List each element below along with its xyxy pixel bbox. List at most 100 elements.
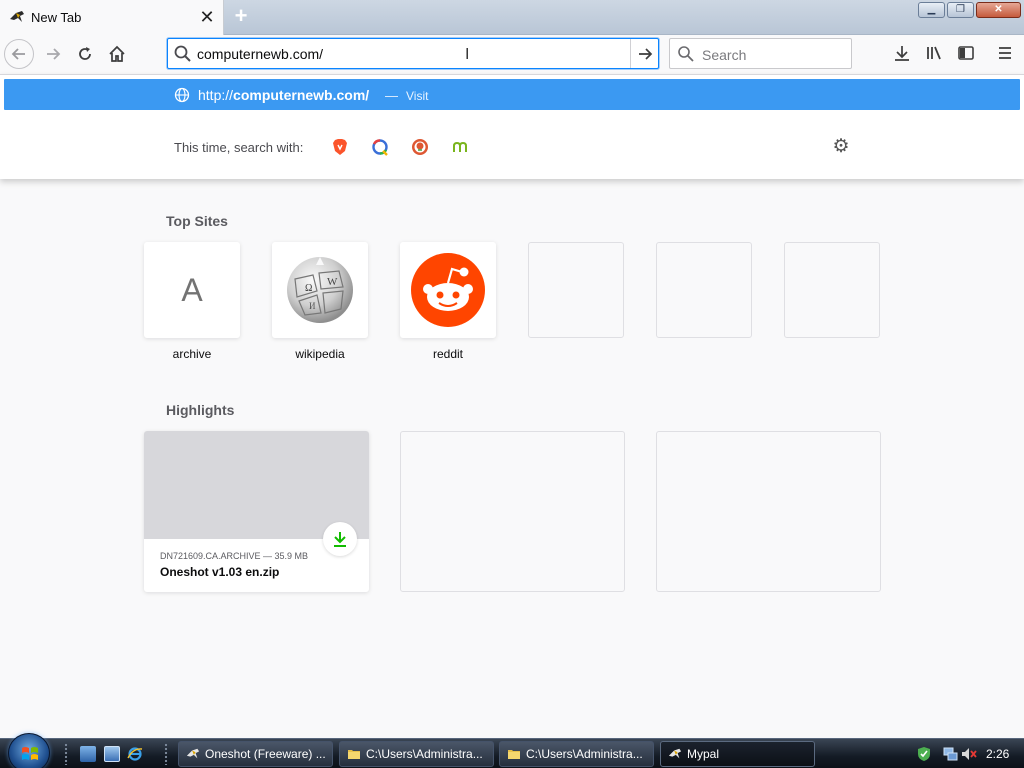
highlight-empty-slot: [400, 431, 625, 592]
taskbar: Oneshot (Freeware) ... C:\Users\Administ…: [0, 733, 1024, 768]
internet-explorer-icon[interactable]: [127, 746, 143, 762]
download-icon: [895, 46, 909, 61]
folder-icon: [508, 750, 520, 759]
sidebar-button[interactable]: [954, 41, 978, 65]
sidebar-icon: [958, 46, 974, 60]
network-icon[interactable]: [942, 746, 958, 762]
forward-button[interactable]: [38, 39, 68, 69]
visit-suggestion[interactable]: http://computernewb.com/ — Visit: [4, 79, 1020, 110]
security-shield-icon[interactable]: [916, 746, 932, 762]
brave-search-button[interactable]: [330, 137, 350, 157]
url-input[interactable]: computernewb.com/: [197, 46, 323, 62]
window-controls: ▁ ❐ ✕: [918, 2, 1021, 19]
urlbar-dropdown: http://computernewb.com/ — Visit This ti…: [0, 74, 1024, 179]
text-cursor-icon: I: [465, 46, 470, 63]
reload-button[interactable]: [70, 39, 100, 69]
mypal-bird-icon: [10, 11, 24, 22]
library-button[interactable]: [922, 41, 946, 65]
top-site-tile-wikipedia[interactable]: Ω W И: [272, 242, 368, 338]
site-letter-icon: A: [181, 272, 203, 308]
highlight-empty-slot: [656, 431, 881, 592]
brave-icon: [333, 139, 347, 155]
highlight-title: Oneshot v1.03 en.zip: [160, 565, 280, 579]
reddit-snoo-icon: [411, 253, 485, 327]
wikipedia-globe-icon: Ω W И: [287, 257, 353, 323]
top-site-empty-slot: [656, 242, 752, 338]
back-button[interactable]: [4, 39, 34, 69]
download-badge: [323, 522, 357, 556]
suggestion-separator: —: [385, 88, 398, 103]
url-bar[interactable]: computernewb.com/ I: [167, 38, 659, 69]
taskbar-clock[interactable]: 2:26: [986, 747, 1009, 761]
window-close-button[interactable]: ✕: [976, 2, 1021, 18]
svg-text:W: W: [327, 276, 338, 288]
qwant-icon: [372, 139, 388, 156]
globe-icon: [174, 87, 190, 103]
top-sites-heading: Top Sites: [166, 213, 228, 229]
taskbar-item-label: C:\Users\Administra...: [526, 747, 643, 761]
taskbar-item-explorer-1[interactable]: C:\Users\Administra...: [339, 741, 494, 767]
top-site-label: reddit: [432, 347, 464, 361]
url-prefix: http://: [198, 87, 234, 103]
tab-title: New Tab: [31, 10, 82, 25]
download-icon: [334, 532, 346, 547]
volume-muted-icon[interactable]: [961, 746, 977, 762]
top-site-label: wikipedia: [295, 347, 345, 361]
show-desktop-icon[interactable]: [80, 746, 96, 762]
mypal-bird-icon: [668, 748, 682, 759]
search-icon: [174, 45, 191, 62]
arrow-right-icon: [47, 48, 61, 60]
duckduckgo-icon: [412, 139, 428, 155]
tab-strip: New Tab ✕ + ▁ ❐ ✕: [0, 0, 1024, 35]
qwant-search-button[interactable]: [370, 137, 390, 157]
reload-icon: [79, 47, 91, 60]
taskbar-item-label: Oneshot (Freeware) ...: [205, 747, 326, 761]
start-button[interactable]: [8, 733, 50, 768]
folder-icon: [348, 750, 360, 759]
highlight-card-download[interactable]: DN721609.CA.ARCHIVE — 35.9 MB Oneshot v1…: [144, 431, 369, 592]
highlights-heading: Highlights: [166, 402, 235, 418]
minimize-button[interactable]: ▁: [918, 2, 945, 18]
top-site-tile-archive[interactable]: A: [144, 242, 240, 338]
svg-text:И: И: [309, 301, 316, 311]
mypal-bird-icon: [186, 748, 200, 759]
home-icon: [109, 45, 125, 62]
windows-logo-icon: [22, 747, 38, 760]
top-site-tile-reddit[interactable]: [400, 242, 496, 338]
taskbar-item-explorer-2[interactable]: C:\Users\Administra...: [499, 741, 654, 767]
mojeek-icon: [453, 141, 467, 152]
tab-close-icon[interactable]: ✕: [199, 8, 215, 26]
arrow-left-icon: [11, 48, 25, 60]
taskbar-item-mypal[interactable]: Mypal: [660, 741, 815, 767]
menu-button[interactable]: [993, 41, 1017, 65]
top-site-label: archive: [172, 347, 212, 361]
taskbar-item-oneshot[interactable]: Oneshot (Freeware) ...: [178, 741, 333, 767]
highlight-meta: DN721609.CA.ARCHIVE — 35.9 MB: [160, 551, 309, 561]
tab-new-tab[interactable]: New Tab ✕: [0, 0, 224, 35]
suggestion-url: http://computernewb.com/: [198, 87, 369, 103]
library-icon: [927, 46, 941, 60]
hamburger-menu-icon: [999, 47, 1011, 59]
maximize-button[interactable]: ❐: [947, 2, 974, 18]
mojeek-search-button[interactable]: [450, 137, 470, 157]
taskbar-item-label: Mypal: [687, 747, 720, 761]
search-settings-gear-icon[interactable]: ⚙: [831, 137, 851, 157]
svg-text:Ω: Ω: [305, 283, 312, 294]
suggestion-action: Visit: [406, 89, 429, 103]
search-icon: [678, 46, 694, 62]
search-bar[interactable]: Search: [669, 38, 852, 69]
taskbar-grip: [164, 743, 168, 765]
oneoff-search-label: This time, search with:: [174, 140, 304, 155]
home-button[interactable]: [102, 39, 132, 69]
arrow-right-icon: [638, 47, 652, 60]
url-domain: computernewb.com/: [233, 87, 370, 103]
top-site-empty-slot: [528, 242, 624, 338]
taskbar-grip: [64, 743, 68, 765]
switch-windows-icon[interactable]: [104, 746, 120, 762]
duckduckgo-search-button[interactable]: [410, 137, 430, 157]
downloads-button[interactable]: [890, 41, 914, 65]
go-button[interactable]: [630, 39, 658, 68]
taskbar-item-label: C:\Users\Administra...: [366, 747, 483, 761]
nav-toolbar: computernewb.com/ I Search: [0, 35, 1024, 74]
new-tab-plus-icon[interactable]: +: [230, 4, 252, 28]
